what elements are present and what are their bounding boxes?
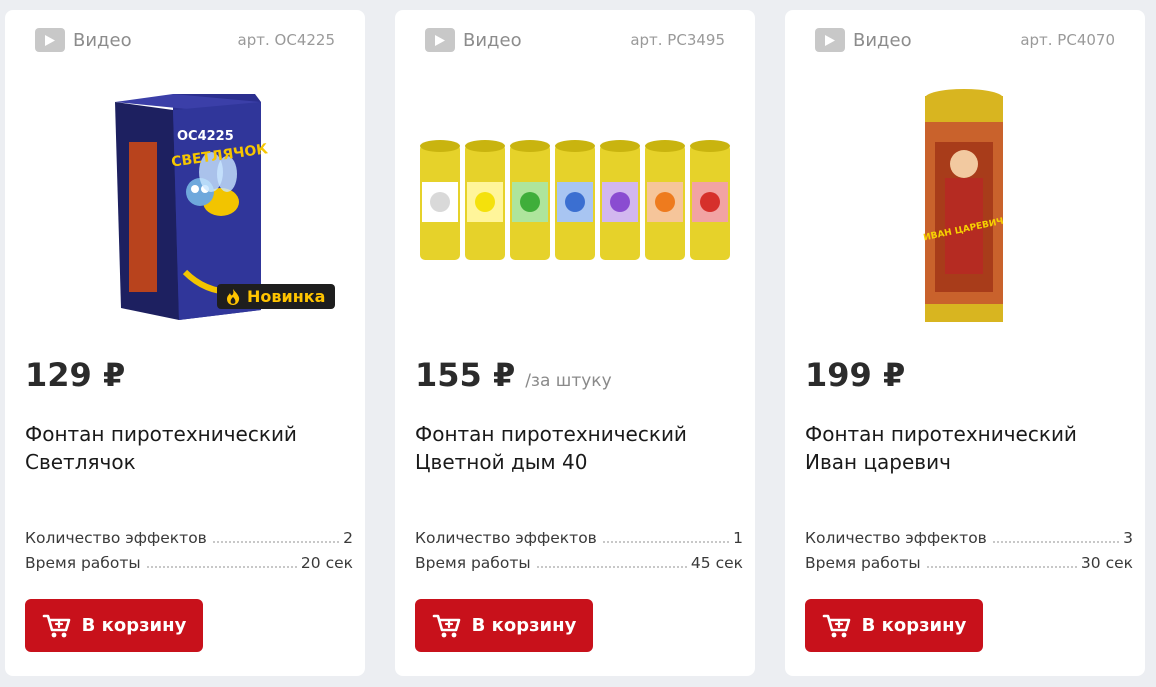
specs-list: Количество эффектов 3 Время работы 30 се…: [805, 529, 1133, 579]
cart-label: В корзину: [861, 615, 967, 636]
play-icon: [425, 28, 455, 52]
price-unit: /за штуку: [525, 371, 612, 391]
spec-row: Количество эффектов 1: [415, 529, 743, 554]
spec-value: 1: [733, 529, 743, 547]
spec-dots: [212, 541, 340, 543]
price-value: 129 ₽: [25, 356, 126, 394]
price-value: 199 ₽: [805, 356, 906, 394]
cart-label: В корзину: [471, 615, 577, 636]
add-to-cart-button[interactable]: В корзину: [805, 599, 983, 652]
product-card[interactable]: Видео арт. РС4070 ИВАН ЦАРЕВИЧ 199 ₽ Фон…: [785, 10, 1145, 676]
title-line: Цветной дым 40: [415, 450, 588, 474]
spec-label: Количество эффектов: [25, 529, 207, 547]
title-line: Фонтан пиротехнический: [25, 422, 297, 446]
price: 199 ₽: [805, 356, 905, 394]
new-badge: Новинка: [217, 284, 336, 309]
spec-row: Количество эффектов 3: [805, 529, 1133, 554]
sku: арт. РС4070: [1020, 31, 1115, 49]
add-to-cart-button[interactable]: В корзину: [25, 599, 203, 652]
product-image[interactable]: ИВАН ЦАРЕВИЧ: [805, 72, 1125, 332]
video-label: Видео: [853, 29, 912, 51]
spec-label: Количество эффектов: [415, 529, 597, 547]
spec-dots: [926, 566, 1077, 568]
cart-icon: [42, 614, 70, 637]
play-icon: [815, 28, 845, 52]
product-title[interactable]: Фонтан пиротехнический Светлячок: [25, 420, 345, 476]
title-line: Светлячок: [25, 450, 136, 474]
title-line: Фонтан пиротехнический: [805, 422, 1077, 446]
spec-label: Количество эффектов: [805, 529, 987, 547]
price: 155 ₽ /за штуку: [415, 356, 612, 394]
spec-label: Время работы: [415, 554, 531, 572]
cart-label: В корзину: [81, 615, 187, 636]
video-link[interactable]: Видео: [815, 28, 912, 52]
spec-row: Время работы 45 сек: [415, 554, 743, 579]
price-value: 155 ₽: [415, 356, 516, 394]
spec-value: 2: [343, 529, 353, 547]
spec-value: 30 сек: [1080, 554, 1133, 572]
spec-label: Время работы: [805, 554, 921, 572]
spec-dots: [146, 566, 297, 568]
spec-dots: [602, 541, 730, 543]
video-label: Видео: [73, 29, 132, 51]
product-image[interactable]: [415, 72, 735, 332]
title-line: Фонтан пиротехнический: [415, 422, 687, 446]
spec-dots: [992, 541, 1120, 543]
product-card[interactable]: Видео арт. РС3495 155 ₽ /за штуку Фонтан…: [395, 10, 755, 676]
specs-list: Количество эффектов 2 Время работы 20 се…: [25, 529, 353, 579]
spec-row: Время работы 30 сек: [805, 554, 1133, 579]
spec-value: 3: [1123, 529, 1133, 547]
product-title[interactable]: Фонтан пиротехнический Иван царевич: [805, 420, 1125, 476]
cart-icon: [822, 614, 850, 637]
price: 129 ₽: [25, 356, 125, 394]
spec-label: Время работы: [25, 554, 141, 572]
spec-dots: [536, 566, 687, 568]
product-card[interactable]: Видео арт. ОС4225 ОС4225 СВЕТЛЯЧОК Новин…: [5, 10, 365, 676]
fire-icon: [227, 288, 240, 305]
play-icon: [35, 28, 65, 52]
cart-icon: [432, 614, 460, 637]
spec-value: 20 сек: [300, 554, 353, 572]
box-code: ОС4225: [177, 129, 234, 144]
title-line: Иван царевич: [805, 450, 951, 474]
video-label: Видео: [463, 29, 522, 51]
specs-list: Количество эффектов 1 Время работы 45 се…: [415, 529, 743, 579]
spec-row: Количество эффектов 2: [25, 529, 353, 554]
video-link[interactable]: Видео: [35, 28, 132, 52]
spec-row: Время работы 20 сек: [25, 554, 353, 579]
product-title[interactable]: Фонтан пиротехнический Цветной дым 40: [415, 420, 735, 476]
video-link[interactable]: Видео: [425, 28, 522, 52]
sku: арт. ОС4225: [237, 31, 335, 49]
spec-value: 45 сек: [690, 554, 743, 572]
add-to-cart-button[interactable]: В корзину: [415, 599, 593, 652]
badge-label: Новинка: [247, 287, 326, 306]
sku: арт. РС3495: [630, 31, 725, 49]
